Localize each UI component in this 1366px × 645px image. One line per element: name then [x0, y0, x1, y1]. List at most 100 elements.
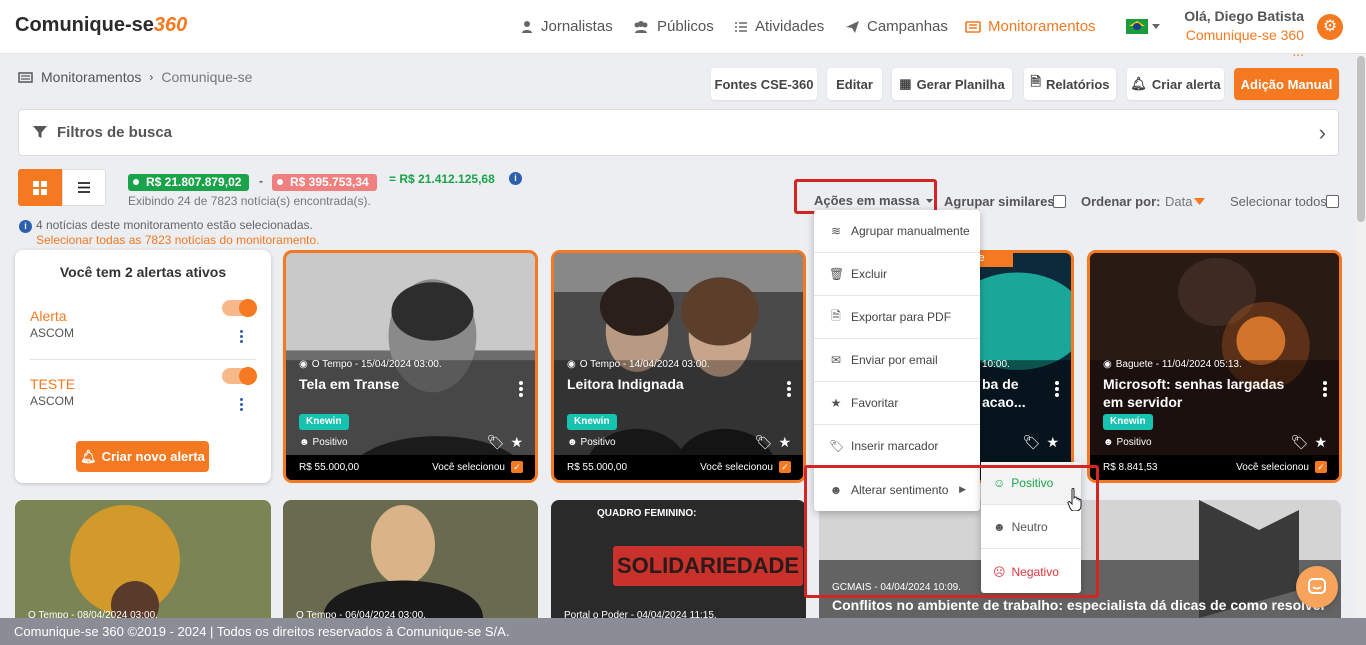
card-select-checkbox[interactable]: ✓ [779, 461, 791, 473]
nav-monitoramentos[interactable]: Monitoramentos [965, 18, 1096, 35]
editar-button[interactable]: Editar [827, 68, 882, 100]
brand-logo[interactable]: Comunique-se360 [15, 14, 187, 37]
card-source: O Tempo - 06/04/2024 03:00. [296, 610, 426, 618]
sentiment-label: ☻ Positivo [1103, 437, 1152, 448]
criar-alerta-button[interactable]: 🔔︎ Criar alerta [1127, 68, 1224, 100]
nav-campanhas[interactable]: Campanhas [845, 18, 948, 35]
tag-icon[interactable]: 🏷︎ [1023, 434, 1041, 451]
wifi-icon: ◉ [567, 359, 576, 370]
positive-value-pill: R$ 21.807.879,02 [128, 174, 250, 191]
news-card[interactable]: QUADRO FEMININO: SOLIDARIEDADE Portal o … [551, 500, 806, 618]
info-icon[interactable]: i [509, 172, 522, 185]
agrupar-label: Agrupar similares [944, 194, 1055, 209]
tag-icon: 🏷︎ [829, 439, 845, 453]
card-title[interactable]: Leitora Indignada [567, 375, 767, 393]
divider [30, 359, 256, 360]
menu-item-excluir[interactable]: 🗑︎ Excluir [814, 253, 980, 296]
menu-item-enviar-email[interactable]: ✉ Enviar por email [814, 339, 980, 382]
kebab-icon[interactable] [240, 398, 244, 412]
nav-atividades[interactable]: Atividades [734, 18, 824, 35]
select-all-link[interactable]: Selecionar todas as 7823 notícias do mon… [36, 233, 320, 247]
list-icon [78, 182, 90, 193]
card-select-checkbox[interactable]: ✓ [1315, 461, 1327, 473]
tag-icon[interactable]: 🏷︎ [755, 434, 773, 451]
kebab-icon[interactable] [1055, 381, 1059, 399]
page-scrollbar[interactable] [1356, 54, 1366, 618]
selecionar-todos-checkbox[interactable] [1326, 195, 1339, 208]
tag-icon[interactable]: 🏷︎ [1291, 434, 1309, 451]
user-menu[interactable]: Olá, Diego Batista Comunique-se 360 ... [1178, 8, 1304, 59]
nav-publicos[interactable]: Públicos [632, 18, 714, 35]
brazil-flag-icon[interactable] [1126, 19, 1148, 34]
news-card[interactable]: ◉ Baguete - 11/04/2024 05:13. Microsoft: … [1087, 250, 1342, 483]
card-source: 10:00. [982, 359, 1010, 370]
card-footer: R$ 8.841,53 Você selecionou ✓ [1090, 455, 1339, 480]
kebab-icon[interactable] [787, 381, 791, 399]
star-icon[interactable]: ★ [1046, 434, 1059, 451]
adicao-manual-button[interactable]: Adição Manual [1234, 68, 1339, 100]
menu-item-exportar-pdf[interactable]: 🗎 Exportar para PDF [814, 296, 980, 339]
highlight-box [794, 179, 937, 214]
gear-icon[interactable]: ⚙ [1317, 14, 1343, 40]
breadcrumb-root[interactable]: Monitoramentos [41, 69, 141, 85]
chat-button[interactable] [1296, 566, 1338, 608]
news-card[interactable]: ◉ O Tempo - 14/04/2024 03:00. Leitora Ind… [551, 250, 806, 483]
ordenar-label: Ordenar por: [1081, 194, 1161, 209]
table-icon: ▦ [899, 76, 912, 91]
caret-down-icon[interactable] [1194, 198, 1205, 205]
list-view-button[interactable] [62, 169, 106, 206]
menu-item-agrupar[interactable]: ≋ Agrupar manualmente [814, 210, 980, 253]
bell-icon: 🔔︎ [80, 448, 97, 464]
layers-icon: ≋ [830, 224, 842, 238]
card-title[interactable]: Tela em Transe [299, 375, 499, 393]
scrollbar-thumb[interactable] [1357, 56, 1365, 222]
news-card[interactable]: ◉ O Tempo - 15/04/2024 03:00. Tela em Tra… [283, 250, 538, 483]
star-icon: ★ [830, 396, 842, 410]
card-source: ◉ O Tempo - 14/04/2024 03:00. [567, 359, 710, 370]
source-tag: Knewin [567, 414, 617, 430]
highlight-box [804, 465, 1099, 598]
menu-item-inserir-marcador[interactable]: 🏷︎ Inserir marcador [814, 425, 980, 468]
card-title[interactable]: ba de acao... [982, 375, 1052, 411]
grid-view-button[interactable] [18, 169, 62, 206]
chat-icon [1308, 578, 1326, 594]
alert-toggle[interactable] [222, 299, 257, 317]
source-tag: Knewin [299, 414, 349, 430]
news-photo [283, 500, 538, 618]
card-select-checkbox[interactable]: ✓ [511, 461, 523, 473]
kebab-icon[interactable] [519, 381, 523, 399]
gerar-planilha-button[interactable]: ▦ Gerar Planilha [892, 68, 1012, 100]
showing-count: Exibindo 24 de 7823 notícia(s) encontrad… [128, 194, 371, 208]
kebab-icon[interactable] [1323, 381, 1327, 399]
alert-toggle[interactable] [222, 367, 257, 385]
chevron-right-icon[interactable]: › [1319, 120, 1326, 146]
newspaper-icon [18, 71, 33, 83]
ordenar-select[interactable]: Data [1165, 194, 1192, 209]
menu-item-favoritar[interactable]: ★ Favoritar [814, 382, 980, 425]
alerts-panel: Você tem 2 alertas ativos Alerta ASCOM T… [15, 250, 271, 483]
agrupar-checkbox[interactable] [1053, 195, 1066, 208]
criar-novo-alerta-button[interactable]: 🔔︎ Criar novo alerta [76, 441, 209, 472]
person-icon [522, 20, 532, 33]
news-card[interactable]: O Tempo - 06/04/2024 03:00. [283, 500, 538, 618]
star-icon[interactable]: ★ [1314, 434, 1327, 451]
fontes-button[interactable]: Fontes CSE-360 [711, 68, 817, 100]
star-icon[interactable]: ★ [778, 434, 791, 451]
search-filters-bar[interactable]: Filtros de busca › [18, 109, 1339, 156]
alert-name[interactable]: Alerta [30, 308, 67, 324]
card-title[interactable]: Conflitos no ambiente de trabalho: espec… [832, 597, 1326, 613]
kebab-icon[interactable] [240, 330, 244, 344]
file-icon: 🗎 [1030, 74, 1041, 89]
nav-jornalistas[interactable]: Jornalistas [520, 18, 613, 35]
card-source: ◉ Baguete - 11/04/2024 05:13. [1103, 359, 1242, 370]
chevron-down-icon[interactable] [1152, 24, 1160, 29]
card-title[interactable]: Microsoft: senhas largadas em servidor [1103, 375, 1303, 411]
news-card[interactable]: O Tempo - 08/04/2024 03:00. [15, 500, 271, 618]
breadcrumb: Monitoramentos › Comunique-se [18, 69, 252, 85]
alert-name[interactable]: TESTE [30, 376, 75, 392]
tag-icon[interactable]: 🏷︎ [487, 434, 505, 451]
page-footer: Comunique-se 360 ©2019 - 2024 | Todos os… [0, 618, 1366, 645]
relatorios-button[interactable]: 🗎 Relatórios [1024, 68, 1116, 100]
star-icon[interactable]: ★ [510, 434, 523, 451]
wifi-icon: ◉ [1103, 359, 1112, 370]
